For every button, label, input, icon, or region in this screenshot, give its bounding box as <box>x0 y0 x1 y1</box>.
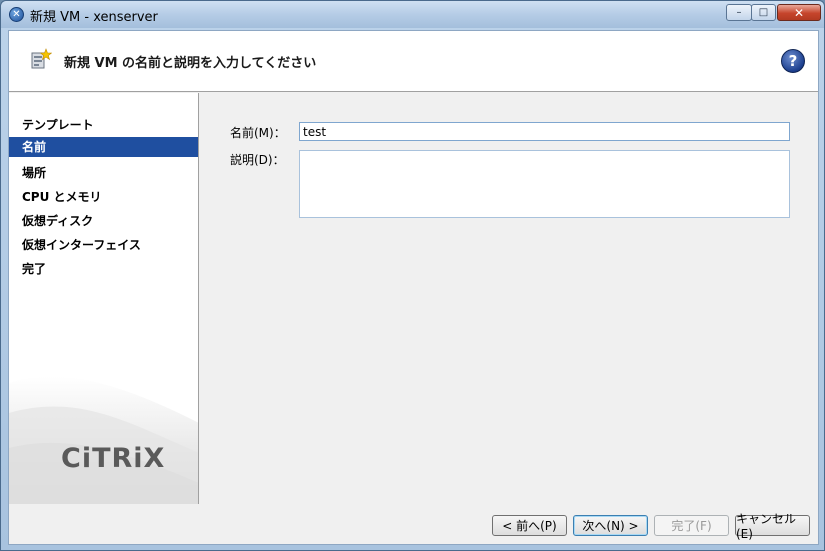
dialog-client: 新規 VM の名前と説明を入力してください ? テンプレート 名前 場所 CPU… <box>8 30 819 545</box>
back-button[interactable]: < 前へ(P) <box>492 515 567 536</box>
new-vm-icon <box>31 48 52 69</box>
name-label: 名前(M)： <box>230 126 286 140</box>
minimize-button[interactable]: – <box>726 4 752 21</box>
window-title: 新規 VM - xenserver <box>30 10 158 25</box>
step-finish[interactable]: 完了 <box>9 257 198 281</box>
cancel-button[interactable]: キャンセル(E) <box>735 512 810 541</box>
step-template[interactable]: テンプレート <box>9 113 198 137</box>
name-form: 名前(M)： 説明(D)： <box>200 93 818 504</box>
wizard-steps-sidebar: テンプレート 名前 場所 CPU とメモリ 仮想ディスク 仮想インターフェイス … <box>9 93 199 504</box>
step-virtual-disk[interactable]: 仮想ディスク <box>9 209 198 233</box>
citrix-logo: CiTRiX <box>61 443 166 474</box>
step-location[interactable]: 場所 <box>9 161 198 185</box>
description-label: 説明(D)： <box>230 153 285 167</box>
step-name[interactable]: 名前 <box>9 137 198 157</box>
next-button[interactable]: 次へ(N) > <box>573 515 648 536</box>
wizard-footer: < 前へ(P) 次へ(N) > 完了(F) キャンセル(E) <box>9 505 818 544</box>
title-bar[interactable]: ✕ 新規 VM - xenserver – □ ✕ <box>1 1 824 28</box>
step-cpu-memory[interactable]: CPU とメモリ <box>9 185 198 209</box>
maximize-button[interactable]: □ <box>751 4 776 21</box>
name-input[interactable] <box>299 122 790 141</box>
wizard-window: ✕ 新規 VM - xenserver – □ ✕ 新規 VM の名前と説明を入… <box>0 0 825 551</box>
step-virtual-interface[interactable]: 仮想インターフェイス <box>9 233 198 257</box>
page-title: 新規 VM の名前と説明を入力してください <box>64 56 317 71</box>
finish-button[interactable]: 完了(F) <box>654 515 729 536</box>
help-icon[interactable]: ? <box>781 49 805 73</box>
wizard-header: 新規 VM の名前と説明を入力してください ? <box>9 31 818 92</box>
close-button[interactable]: ✕ <box>777 4 821 21</box>
wizard-step-list: テンプレート 名前 場所 CPU とメモリ 仮想ディスク 仮想インターフェイス … <box>9 113 198 281</box>
xenserver-app-icon: ✕ <box>9 7 24 22</box>
description-input[interactable] <box>299 150 790 218</box>
